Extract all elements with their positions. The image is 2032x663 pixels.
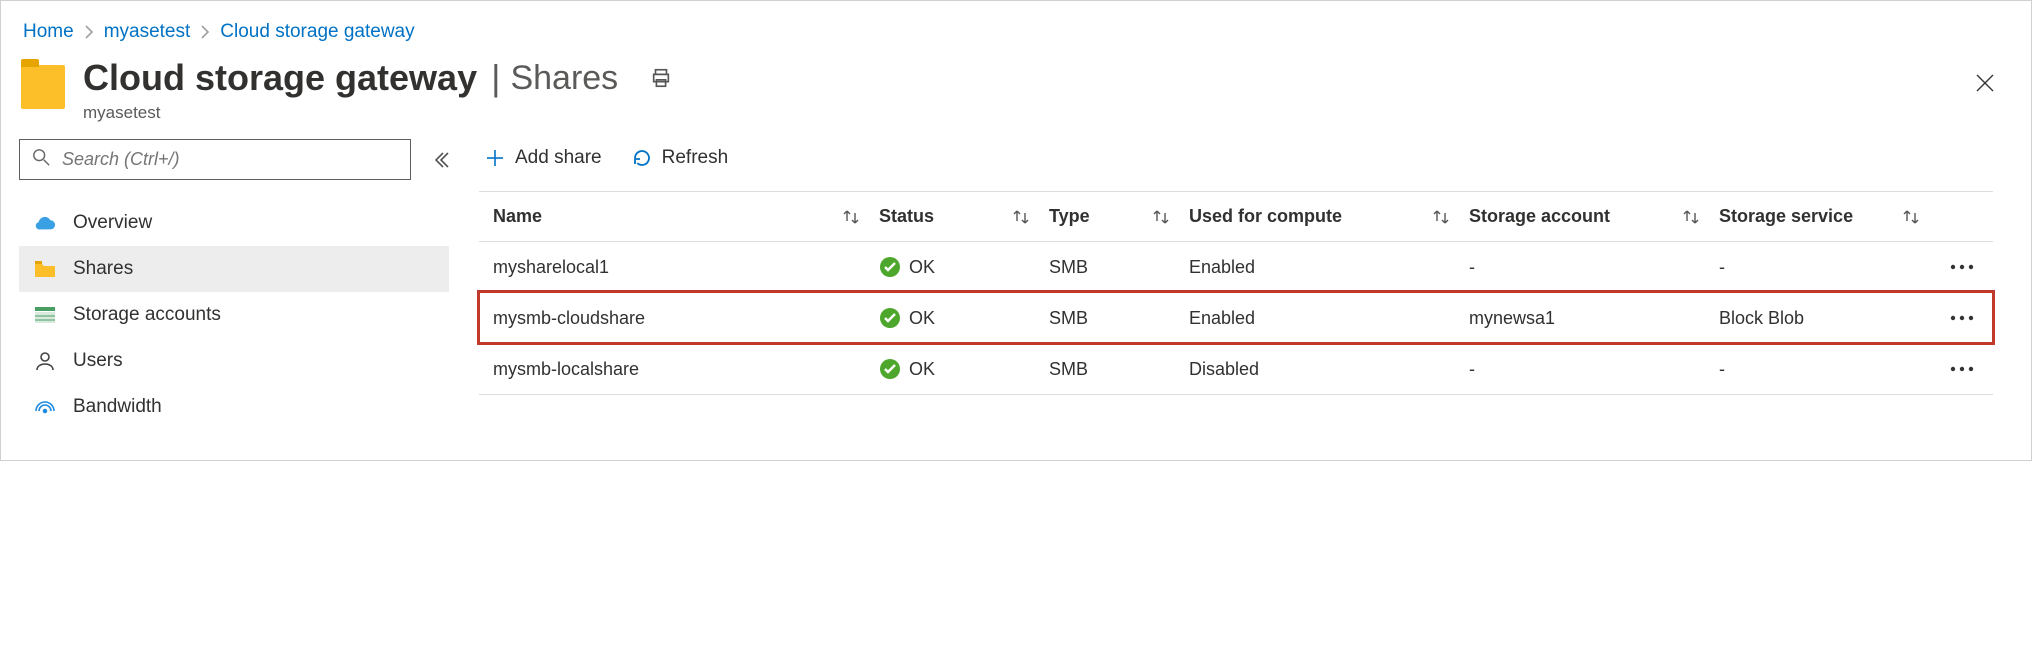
cloud-icon (33, 215, 57, 231)
page-title: Cloud storage gateway (83, 57, 477, 99)
chevron-right-icon (84, 25, 94, 39)
status-ok-icon (879, 307, 901, 329)
sort-icon[interactable] (1901, 209, 1921, 225)
search-box[interactable] (19, 139, 411, 180)
column-header-service[interactable]: Storage service (1719, 206, 1853, 227)
sort-icon[interactable] (841, 209, 861, 225)
chevron-right-icon (200, 25, 210, 39)
nav-item-bandwidth[interactable]: Bandwidth (19, 384, 449, 430)
search-input[interactable] (60, 148, 398, 171)
collapse-sidebar-icon[interactable] (433, 151, 449, 169)
sort-icon[interactable] (1011, 209, 1031, 225)
toolbar-label: Refresh (662, 147, 729, 169)
folder-icon (21, 65, 65, 109)
sort-icon[interactable] (1151, 209, 1171, 225)
cell-compute: Enabled (1189, 308, 1255, 329)
cell-service: - (1719, 257, 1725, 278)
cell-compute: Enabled (1189, 257, 1255, 278)
column-header-name[interactable]: Name (493, 206, 542, 227)
column-header-compute[interactable]: Used for compute (1189, 206, 1342, 227)
sort-icon[interactable] (1681, 209, 1701, 225)
title-separator: | (491, 57, 500, 99)
table-row[interactable]: mysharelocal1 OK SMB Enabled - - (479, 241, 1993, 292)
title-wrap: Cloud storage gateway | Shares myasetest (83, 57, 672, 123)
cell-status: OK (909, 257, 935, 278)
cell-type: SMB (1049, 308, 1088, 329)
column-header-status[interactable]: Status (879, 206, 934, 227)
cell-account: - (1469, 257, 1475, 278)
nav-item-label: Bandwidth (73, 396, 162, 418)
nav-item-label: Storage accounts (73, 304, 221, 326)
nav-item-storage-accounts[interactable]: Storage accounts (19, 292, 449, 338)
breadcrumb: Home myasetest Cloud storage gateway (23, 21, 2013, 43)
page-subtitle: myasetest (83, 103, 672, 123)
cell-status: OK (909, 308, 935, 329)
cell-service: Block Blob (1719, 308, 1804, 329)
breadcrumb-link-gateway[interactable]: Cloud storage gateway (220, 21, 414, 43)
sort-icon[interactable] (1431, 209, 1451, 225)
breadcrumb-link-home[interactable]: Home (23, 21, 74, 43)
refresh-icon (632, 148, 652, 168)
status-ok-icon (879, 256, 901, 278)
nav-item-label: Users (73, 350, 123, 372)
bandwidth-icon (33, 399, 57, 415)
nav-item-users[interactable]: Users (19, 338, 449, 384)
folder-small-icon (33, 261, 57, 277)
cell-status: OK (909, 359, 935, 380)
nav-item-overview[interactable]: Overview (19, 200, 449, 246)
page-header: Cloud storage gateway | Shares myasetest (21, 57, 2013, 123)
row-more-icon[interactable] (1941, 263, 1983, 271)
nav-item-shares[interactable]: Shares (19, 246, 449, 292)
right-column: Add share Refresh Name Status (479, 139, 2013, 430)
left-column: Overview Shares Storage accounts Users (19, 139, 479, 430)
cell-name: mysharelocal1 (493, 257, 609, 278)
status-ok-icon (879, 358, 901, 380)
plus-icon (485, 148, 505, 168)
cell-type: SMB (1049, 257, 1088, 278)
cell-account: - (1469, 359, 1475, 380)
refresh-button[interactable]: Refresh (632, 147, 729, 169)
nav-item-label: Overview (73, 212, 152, 234)
table-row[interactable]: mysmb-cloudshare OK SMB Enabled mynewsa1… (479, 292, 1993, 343)
cell-service: - (1719, 359, 1725, 380)
storage-icon (33, 307, 57, 323)
table-header: Name Status Type (479, 191, 1993, 241)
column-header-type[interactable]: Type (1049, 206, 1090, 227)
toolbar: Add share Refresh (479, 139, 1993, 187)
shares-table: Name Status Type (479, 191, 1993, 395)
cell-compute: Disabled (1189, 359, 1259, 380)
nav-item-label: Shares (73, 258, 133, 280)
add-share-button[interactable]: Add share (485, 147, 602, 169)
row-more-icon[interactable] (1941, 314, 1983, 322)
toolbar-label: Add share (515, 147, 602, 169)
table-row[interactable]: mysmb-localshare OK SMB Disabled - - (479, 343, 1993, 394)
breadcrumb-link-resource[interactable]: myasetest (104, 21, 191, 43)
content: Overview Shares Storage accounts Users (19, 139, 2013, 430)
search-icon (32, 148, 50, 171)
cell-name: mysmb-localshare (493, 359, 639, 380)
column-header-account[interactable]: Storage account (1469, 206, 1610, 227)
close-icon[interactable] (1967, 65, 2003, 101)
user-icon (33, 351, 57, 371)
page-section: Shares (510, 59, 618, 98)
cell-type: SMB (1049, 359, 1088, 380)
cell-account: mynewsa1 (1469, 308, 1555, 329)
cell-name: mysmb-cloudshare (493, 308, 645, 329)
nav-list: Overview Shares Storage accounts Users (19, 200, 449, 430)
print-icon[interactable] (650, 67, 672, 89)
row-more-icon[interactable] (1941, 365, 1983, 373)
